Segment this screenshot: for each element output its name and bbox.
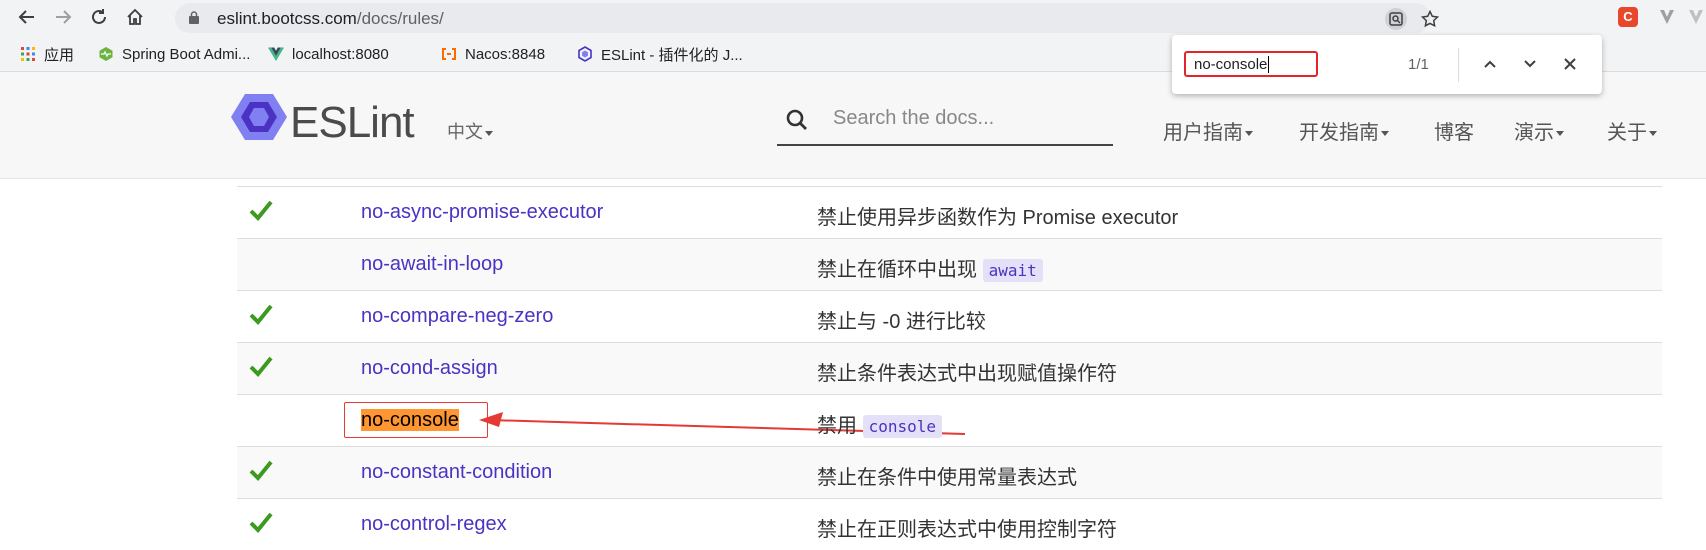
check-icon <box>249 460 273 481</box>
find-close-button[interactable] <box>1558 52 1582 76</box>
rule-link[interactable]: no-async-promise-executor <box>361 201 603 224</box>
find-bar: no-console 1/1 <box>1172 35 1602 94</box>
forward-button[interactable] <box>50 5 76 29</box>
rule-description: 禁止在循环中出现 await <box>817 253 1043 282</box>
nav-label: 博客 <box>1434 122 1474 144</box>
language-label: 中文 <box>447 122 483 142</box>
apps-grid-icon <box>21 47 35 61</box>
nav-label: 用户指南 <box>1163 122 1243 144</box>
bookmark-nacos[interactable]: Nacos:8848 <box>441 44 545 64</box>
extension-v2-icon[interactable] <box>1686 7 1706 27</box>
nav-label: 关于 <box>1607 122 1647 144</box>
lock-icon <box>189 11 199 24</box>
rule-description: 禁止使用异步函数作为 Promise executor <box>817 207 1179 229</box>
find-divider <box>1458 48 1459 82</box>
caret-down-icon <box>1556 131 1564 137</box>
rule-description: 禁用 console <box>817 409 942 438</box>
nav-about[interactable]: 关于 <box>1607 116 1657 145</box>
chevron-up-icon <box>1484 60 1496 68</box>
rules-table: no-async-promise-executor 禁止使用异步函数作为 Pro… <box>237 186 1662 550</box>
nav-user-guide[interactable]: 用户指南 <box>1163 116 1253 145</box>
check-icon <box>249 200 273 221</box>
table-row: no-cond-assign 禁止条件表达式中出现赋值操作符 <box>237 342 1662 394</box>
bookmark-label: ESLint - 插件化的 J... <box>601 46 743 64</box>
back-arrow-icon <box>18 10 34 24</box>
bookmark-label: localhost:8080 <box>292 45 389 63</box>
address-bar[interactable]: eslint.bootcss.com/docs/rules/ <box>175 3 1439 33</box>
extension-c-icon[interactable]: C <box>1618 7 1638 27</box>
rule-description: 禁止在条件中使用常量表达式 <box>817 467 1077 489</box>
url-host: eslint.bootcss.com <box>217 9 357 28</box>
bookmark-label: Spring Boot Admi... <box>122 45 251 63</box>
bookmark-localhost[interactable]: localhost:8080 <box>268 44 389 64</box>
rule-link[interactable]: no-control-regex <box>361 513 507 536</box>
home-icon <box>127 8 143 25</box>
find-query-text: no-console <box>1194 56 1268 73</box>
brand-name[interactable]: ESLint <box>290 98 415 148</box>
find-in-page-icon[interactable] <box>1385 8 1407 30</box>
home-button[interactable] <box>122 5 148 29</box>
caret-down-icon <box>1381 131 1389 137</box>
check-icon <box>249 356 273 377</box>
rule-description: 禁止条件表达式中出现赋值操作符 <box>817 363 1117 385</box>
close-icon <box>1564 58 1576 70</box>
table-row: no-control-regex 禁止在正则表达式中使用控制字符 <box>237 498 1662 550</box>
nacos-icon <box>442 48 456 60</box>
nav-label: 演示 <box>1514 122 1554 144</box>
table-row: no-async-promise-executor 禁止使用异步函数作为 Pro… <box>237 186 1662 238</box>
chevron-down-icon <box>1524 60 1536 68</box>
caret-down-icon <box>485 130 493 136</box>
check-icon <box>249 304 273 325</box>
eslint-logo-icon[interactable] <box>229 92 289 142</box>
vue-icon <box>268 47 284 61</box>
search-icon <box>786 109 807 130</box>
reload-button[interactable] <box>86 5 112 29</box>
table-row: no-compare-neg-zero 禁止与 -0 进行比较 <box>237 290 1662 342</box>
rule-description-text: 禁止在循环中出现 <box>817 259 983 281</box>
docs-search <box>777 100 1113 146</box>
bookmark-star-icon[interactable] <box>1419 8 1441 30</box>
check-icon <box>249 512 273 533</box>
reload-icon <box>92 9 106 24</box>
inline-code: await <box>982 259 1043 282</box>
forward-arrow-icon <box>56 10 72 24</box>
find-match-count: 1/1 <box>1408 56 1429 73</box>
rule-link[interactable]: no-cond-assign <box>361 357 498 380</box>
url-path: /docs/rules/ <box>356 9 444 28</box>
spring-boot-admin-icon <box>99 47 113 61</box>
inline-code: console <box>862 415 942 438</box>
annotation-box <box>344 402 488 438</box>
bookmark-label: 应用 <box>44 46 75 64</box>
back-button[interactable] <box>14 5 40 29</box>
caret-down-icon <box>1649 131 1657 137</box>
rule-description: 禁止在正则表达式中使用控制字符 <box>817 519 1117 541</box>
nav-label: 开发指南 <box>1299 122 1379 144</box>
bookmark-apps[interactable]: 应用 <box>20 44 74 64</box>
bookmark-eslint[interactable]: ESLint - 插件化的 J... <box>577 44 743 64</box>
table-row: no-console 禁用 console <box>237 394 1662 446</box>
find-input[interactable]: no-console <box>1184 51 1318 77</box>
table-row: no-await-in-loop 禁止在循环中出现 await <box>237 238 1662 290</box>
nav-blog[interactable]: 博客 <box>1434 116 1474 145</box>
extension-v-icon[interactable] <box>1657 7 1677 27</box>
url-text: eslint.bootcss.com/docs/rules/ <box>217 9 444 29</box>
rule-description-text: 禁用 <box>817 415 863 437</box>
find-next-button[interactable] <box>1518 52 1542 76</box>
language-switcher[interactable]: 中文 <box>447 118 493 144</box>
rule-link[interactable]: no-compare-neg-zero <box>361 305 553 328</box>
nav-demo[interactable]: 演示 <box>1514 116 1564 145</box>
bookmark-spring-boot-admin[interactable]: Spring Boot Admi... <box>98 44 250 64</box>
browser-toolbar: eslint.bootcss.com/docs/rules/ C <box>0 0 1706 34</box>
nav-developer-guide[interactable]: 开发指南 <box>1299 116 1389 145</box>
rule-link[interactable]: no-await-in-loop <box>361 253 503 276</box>
caret-down-icon <box>1245 131 1253 137</box>
table-row: no-constant-condition 禁止在条件中使用常量表达式 <box>237 446 1662 498</box>
search-input[interactable] <box>831 106 1095 131</box>
rule-link[interactable]: no-constant-condition <box>361 461 552 484</box>
bookmark-label: Nacos:8848 <box>465 45 546 63</box>
eslint-icon <box>578 46 592 62</box>
rule-description: 禁止与 -0 进行比较 <box>817 311 986 333</box>
find-previous-button[interactable] <box>1478 52 1502 76</box>
